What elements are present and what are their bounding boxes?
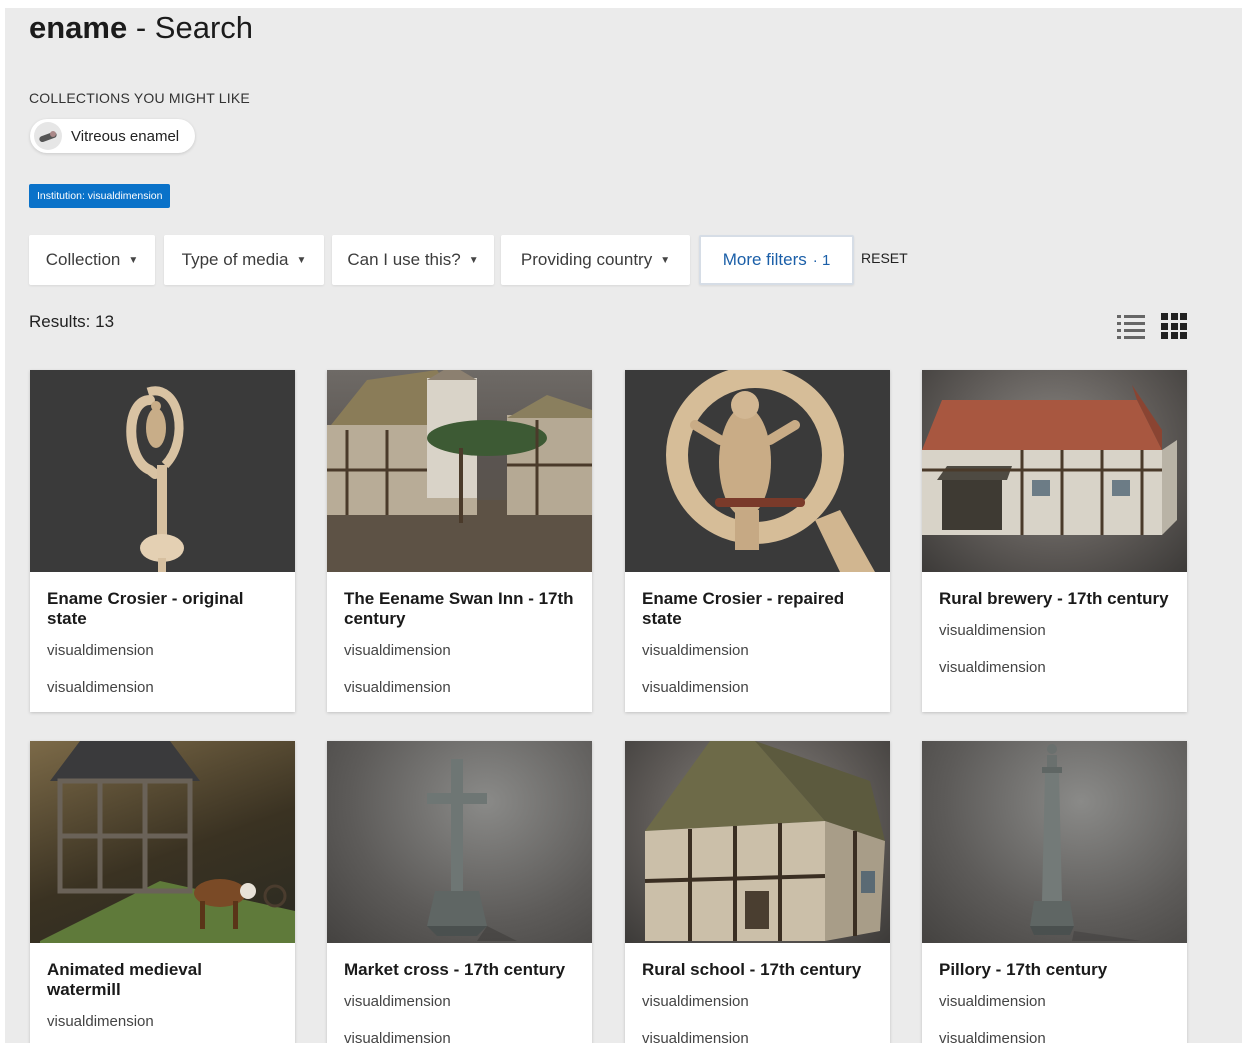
- card-institution: visualdimension: [642, 1030, 749, 1043]
- result-thumbnail: [30, 741, 295, 943]
- card-owner[interactable]: visualdimension: [939, 993, 1170, 1010]
- view-toggle: [1117, 313, 1187, 339]
- grid-view-icon[interactable]: [1161, 313, 1187, 339]
- collections-heading: COLLECTIONS YOU MIGHT LIKE: [29, 90, 250, 106]
- swan-inn-image: [327, 370, 592, 572]
- card-owner[interactable]: visualdimension: [47, 1013, 278, 1030]
- collection-chip-vitreous-enamel[interactable]: Vitreous enamel: [30, 119, 195, 153]
- card-title[interactable]: Ename Crosier - repaired state: [642, 589, 873, 629]
- result-thumbnail: [327, 741, 592, 943]
- rural-brewery-image: [922, 385, 1177, 535]
- card-institution: visualdimension: [939, 1030, 1046, 1043]
- card-institution: visualdimension: [344, 679, 451, 696]
- market-cross-image: [427, 759, 517, 941]
- filter-providing-country-label: Providing country: [520, 250, 653, 269]
- filter-type-of-media-label: Type of media: [181, 250, 289, 269]
- caret-down-icon: ▼: [660, 254, 671, 266]
- card-owner[interactable]: visualdimension: [344, 642, 575, 659]
- more-filters-label: More filters: [722, 250, 807, 269]
- caret-down-icon: ▼: [468, 254, 479, 266]
- more-filters-count: · 1: [812, 251, 831, 269]
- result-card[interactable]: Ename Crosier - repaired state visualdim…: [625, 370, 890, 712]
- card-title[interactable]: The Eename Swan Inn - 17th century: [344, 589, 575, 629]
- page-title-suffix: - Search: [127, 10, 254, 45]
- result-card[interactable]: Rural school - 17th century visualdimens…: [625, 741, 890, 1043]
- caret-down-icon: ▼: [296, 254, 307, 266]
- card-institution: visualdimension: [939, 659, 1046, 676]
- collection-chip-label: Vitreous enamel: [71, 127, 180, 145]
- list-view-icon[interactable]: [1117, 313, 1145, 339]
- card-owner[interactable]: visualdimension: [939, 622, 1170, 639]
- card-owner[interactable]: visualdimension: [642, 993, 873, 1010]
- card-institution: visualdimension: [642, 679, 749, 696]
- active-filter-tag[interactable]: Institution: visualdimension: [29, 184, 171, 208]
- filter-type-of-media-button[interactable]: Type of media ▼: [164, 235, 324, 285]
- filter-collection-label: Collection: [45, 250, 121, 269]
- rural-school-image: [644, 741, 885, 941]
- card-title[interactable]: Ename Crosier - original state: [47, 589, 278, 629]
- result-thumbnail: [625, 370, 890, 572]
- pillory-image: [1030, 744, 1142, 941]
- results-count: Results: 13: [29, 312, 115, 331]
- result-card[interactable]: Rural brewery - 17th century visualdimen…: [922, 370, 1187, 712]
- result-thumbnail: [327, 370, 592, 572]
- crosier-original-image: [126, 386, 184, 572]
- card-owner[interactable]: visualdimension: [47, 642, 278, 659]
- search-page: ename - Search COLLECTIONS YOU MIGHT LIK…: [5, 8, 1242, 1043]
- card-title[interactable]: Animated medieval watermill: [47, 960, 278, 1000]
- card-owner[interactable]: visualdimension: [642, 642, 873, 659]
- caret-down-icon: ▼: [128, 254, 139, 266]
- result-card[interactable]: The Eename Swan Inn - 17th century visua…: [327, 370, 592, 712]
- card-owner[interactable]: visualdimension: [344, 993, 575, 1010]
- watermill-image: [40, 741, 295, 943]
- result-card[interactable]: Ename Crosier - original state visualdim…: [30, 370, 295, 712]
- result-card[interactable]: Pillory - 17th century visualdimension v…: [922, 741, 1187, 1043]
- card-title[interactable]: Rural school - 17th century: [642, 960, 873, 980]
- page-title-query: ename: [29, 10, 128, 45]
- card-title[interactable]: Pillory - 17th century: [939, 960, 1170, 980]
- reset-filters-link[interactable]: RESET: [861, 250, 908, 266]
- crosier-repaired-image: [666, 370, 875, 572]
- page-title: ename - Search: [29, 8, 253, 48]
- result-thumbnail: [922, 370, 1187, 572]
- card-institution: visualdimension: [47, 679, 154, 696]
- filter-can-i-use-this-button[interactable]: Can I use this? ▼: [332, 235, 494, 285]
- result-thumbnail: [30, 370, 295, 572]
- filter-can-i-use-this-label: Can I use this?: [347, 250, 461, 269]
- filter-collection-button[interactable]: Collection ▼: [29, 235, 155, 285]
- card-title[interactable]: Rural brewery - 17th century: [939, 589, 1170, 609]
- card-institution: visualdimension: [344, 1030, 451, 1043]
- more-filters-button[interactable]: More filters · 1: [699, 235, 854, 285]
- collection-thumbnail: [34, 122, 62, 150]
- result-thumbnail: [625, 741, 890, 943]
- filter-providing-country-button[interactable]: Providing country ▼: [501, 235, 690, 285]
- result-card[interactable]: Market cross - 17th century visualdimens…: [327, 741, 592, 1043]
- result-card[interactable]: Animated medieval watermill visualdimens…: [30, 741, 295, 1043]
- result-thumbnail: [922, 741, 1187, 943]
- card-title[interactable]: Market cross - 17th century: [344, 960, 575, 980]
